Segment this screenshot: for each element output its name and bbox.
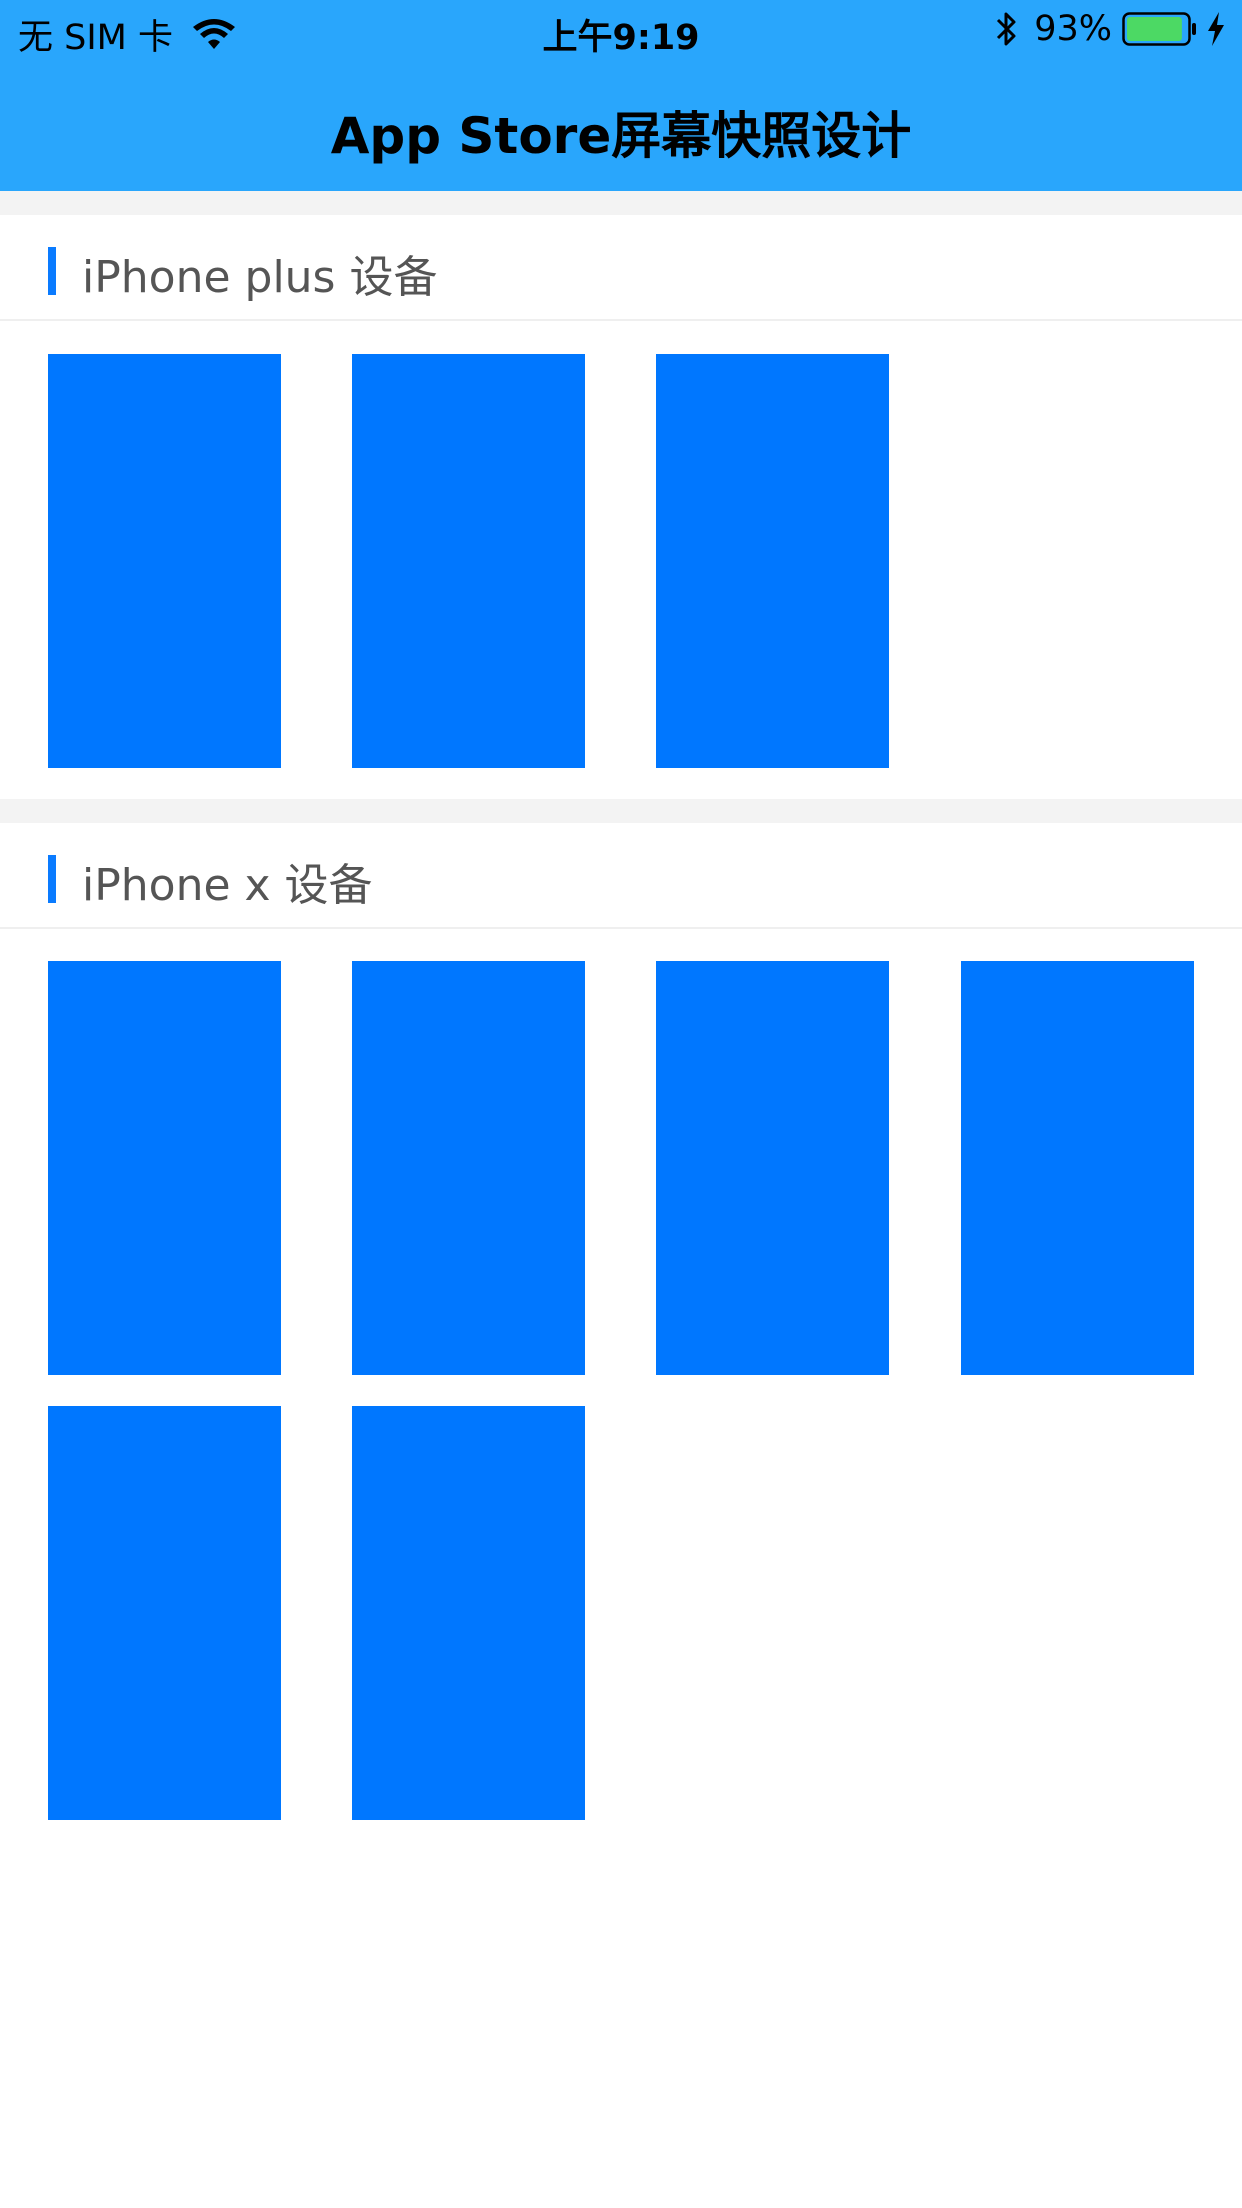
section-header-iphone-plus: iPhone plus 设备 [0, 215, 1242, 321]
battery-fill [1127, 17, 1182, 41]
section-title: iPhone x 设备 [82, 860, 373, 911]
screenshot-thumbnail[interactable] [656, 961, 889, 1375]
section-header-iphone-x: iPhone x 设备 [0, 823, 1242, 929]
section-accent-bar [48, 855, 56, 903]
screenshot-thumbnail[interactable] [656, 354, 889, 768]
bluetooth-icon [997, 12, 1016, 46]
screenshot-thumbnail[interactable] [352, 961, 585, 1375]
section-divider [0, 191, 1242, 215]
screenshot-thumbnail[interactable] [48, 1406, 281, 1820]
screenshot-thumbnail[interactable] [48, 961, 281, 1375]
status-bar: 无 SIM 卡 上午9:19 93% [0, 0, 1242, 60]
battery-percent: 93% [1034, 9, 1112, 49]
status-right: 93% [994, 9, 1226, 49]
screenshot-thumbnail[interactable] [352, 1406, 585, 1820]
battery-icon [1122, 12, 1196, 46]
section-accent-bar [48, 247, 56, 295]
screenshot-thumbnail[interactable] [961, 961, 1194, 1375]
section-divider [0, 799, 1242, 823]
section-title: iPhone plus 设备 [82, 252, 438, 303]
screenshot-thumbnail[interactable] [48, 354, 281, 768]
page-title: App Store屏幕快照设计 [330, 107, 912, 165]
app-header: 无 SIM 卡 上午9:19 93% App Store屏幕快照设计 [0, 0, 1242, 191]
screenshot-thumbnail[interactable] [352, 354, 585, 768]
charging-bolt-icon [1208, 12, 1224, 46]
